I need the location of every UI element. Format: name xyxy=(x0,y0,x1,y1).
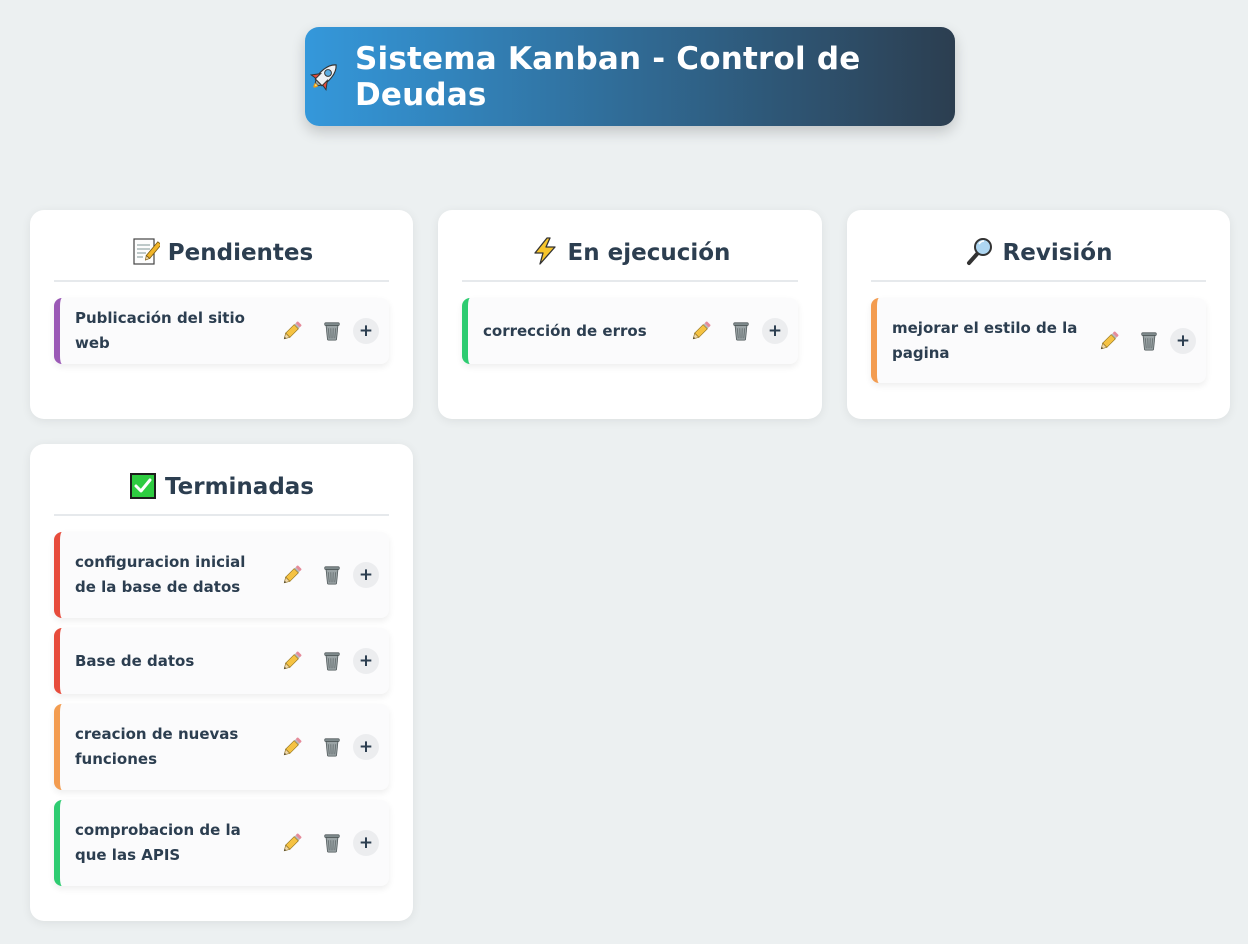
column-terminadas: Terminadas configuracion inicial de la b… xyxy=(30,444,413,921)
edit-pencil-icon[interactable] xyxy=(279,734,305,760)
trash-icon[interactable] xyxy=(319,318,345,344)
edit-pencil-icon[interactable] xyxy=(279,648,305,674)
add-button[interactable]: + xyxy=(353,830,379,856)
edit-pencil-icon[interactable] xyxy=(279,830,305,856)
app-header: Sistema Kanban - Control de Deudas xyxy=(305,27,955,126)
task-text: creacion de nuevas funciones xyxy=(75,725,239,768)
edit-pencil-icon[interactable] xyxy=(688,318,714,344)
add-button[interactable]: + xyxy=(1170,327,1196,354)
trash-icon[interactable] xyxy=(728,318,754,344)
edit-pencil-icon[interactable] xyxy=(1096,328,1122,354)
task-card[interactable]: Publicación del sitio web + xyxy=(54,298,389,364)
column-title: Revisión xyxy=(1002,240,1113,266)
task-card[interactable]: creacion de nuevas funciones + xyxy=(54,704,389,790)
task-text: mejorar el estilo de la pagina xyxy=(892,318,1078,362)
column-en-ejecucion: En ejecución corrección de erros + xyxy=(438,210,822,419)
app-title: Sistema Kanban - Control de Deudas xyxy=(355,40,861,113)
task-card[interactable]: comprobacion de la que las APIS + xyxy=(54,800,389,886)
task-card[interactable]: configuracion inicial de la base de dato… xyxy=(54,532,389,618)
rocket-icon xyxy=(305,58,343,96)
column-title: Pendientes xyxy=(167,240,314,266)
column-title: En ejecución xyxy=(567,240,731,266)
trash-icon[interactable] xyxy=(319,562,345,588)
trash-icon[interactable] xyxy=(319,734,345,760)
column-title: Terminadas xyxy=(165,474,314,500)
edit-pencil-icon[interactable] xyxy=(279,562,305,588)
task-text: comprobacion de la que las APIS xyxy=(75,821,241,864)
task-text: configuracion inicial de la base de dato… xyxy=(75,553,246,596)
edit-pencil-icon[interactable] xyxy=(279,318,305,344)
column-header: En ejecución xyxy=(462,210,798,282)
add-button[interactable]: + xyxy=(353,648,379,674)
task-text: Base de datos xyxy=(75,651,195,670)
add-button[interactable]: + xyxy=(353,318,379,344)
magnifier-icon xyxy=(965,236,995,266)
lightning-icon xyxy=(530,236,560,266)
add-button[interactable]: + xyxy=(762,318,788,344)
column-header: Revisión xyxy=(871,210,1206,282)
add-button[interactable]: + xyxy=(353,734,379,760)
column-pendientes: Pendientes Publicación del sitio web + xyxy=(30,210,413,419)
task-text: Publicación del sitio web xyxy=(75,309,245,352)
memo-icon xyxy=(130,236,160,266)
check-box-icon xyxy=(129,472,157,500)
task-card[interactable]: Base de datos + xyxy=(54,628,389,694)
trash-icon[interactable] xyxy=(319,648,345,674)
task-card[interactable]: corrección de erros + xyxy=(462,298,798,364)
column-header: Terminadas xyxy=(54,444,389,516)
add-button[interactable]: + xyxy=(353,562,379,588)
trash-icon[interactable] xyxy=(319,830,345,856)
column-header: Pendientes xyxy=(54,210,389,282)
column-revision: Revisión mejorar el estilo de la pagina … xyxy=(847,210,1230,419)
task-text: corrección de erros xyxy=(483,321,647,340)
trash-icon[interactable] xyxy=(1136,328,1162,354)
task-card[interactable]: mejorar el estilo de la pagina + xyxy=(871,298,1206,383)
